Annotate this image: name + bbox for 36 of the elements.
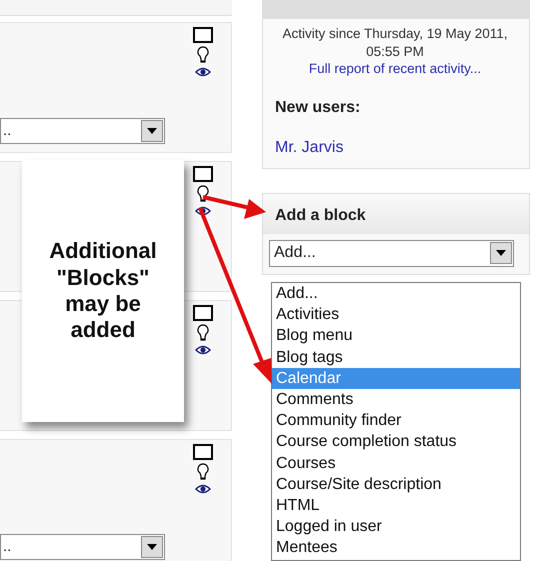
- eye-icon[interactable]: [195, 206, 211, 216]
- block-title: Add a block: [275, 206, 366, 224]
- callout-text: Additional "Blocks" may be added: [48, 238, 158, 344]
- dropdown-option[interactable]: Add...: [272, 283, 520, 304]
- dropdown-arrow-icon: [147, 128, 157, 134]
- square-icon[interactable]: [193, 444, 213, 460]
- dropdown-option[interactable]: Community finder: [272, 410, 520, 432]
- square-icon[interactable]: [193, 166, 213, 182]
- dropdown-option[interactable]: Mentees: [272, 537, 520, 559]
- eye-icon[interactable]: [195, 67, 211, 77]
- dropdown-option[interactable]: Course completion status: [272, 431, 520, 453]
- dropdown-option[interactable]: Comments: [272, 389, 520, 410]
- dropdown-arrow-icon: [147, 544, 157, 550]
- lightbulb-icon[interactable]: [197, 185, 209, 203]
- user-link[interactable]: Mr. Jarvis: [275, 138, 344, 156]
- select-field[interactable]: ..: [0, 118, 165, 144]
- dropdown-option[interactable]: Activities: [272, 304, 520, 326]
- dropdown-option[interactable]: Blog tags: [272, 346, 520, 368]
- dropdown-option[interactable]: Blog menu: [272, 325, 520, 347]
- select-field[interactable]: ..: [0, 534, 165, 560]
- select-field[interactable]: Add...: [269, 240, 514, 267]
- activity-since-text: Activity since Thursday, 19 May 2011, 05:55 PM: [281, 25, 509, 60]
- dropdown-arrow-icon: [496, 250, 506, 256]
- square-icon[interactable]: [193, 305, 213, 321]
- eye-icon[interactable]: [195, 484, 211, 494]
- report-link[interactable]: Full report of recent activity...: [308, 61, 482, 76]
- dropdown-option[interactable]: Courses: [272, 452, 520, 474]
- lightbulb-icon[interactable]: [197, 46, 209, 64]
- lightbulb-icon[interactable]: [197, 324, 209, 342]
- dropdown-option[interactable]: Course/Site description: [272, 474, 520, 496]
- dropdown-option[interactable]: HTML: [272, 495, 520, 516]
- section-heading: New users:: [275, 98, 362, 118]
- square-icon[interactable]: [193, 27, 213, 43]
- eye-icon[interactable]: [195, 345, 211, 355]
- lightbulb-icon[interactable]: [197, 463, 209, 481]
- dropdown-option[interactable]: Logged in user: [272, 516, 520, 538]
